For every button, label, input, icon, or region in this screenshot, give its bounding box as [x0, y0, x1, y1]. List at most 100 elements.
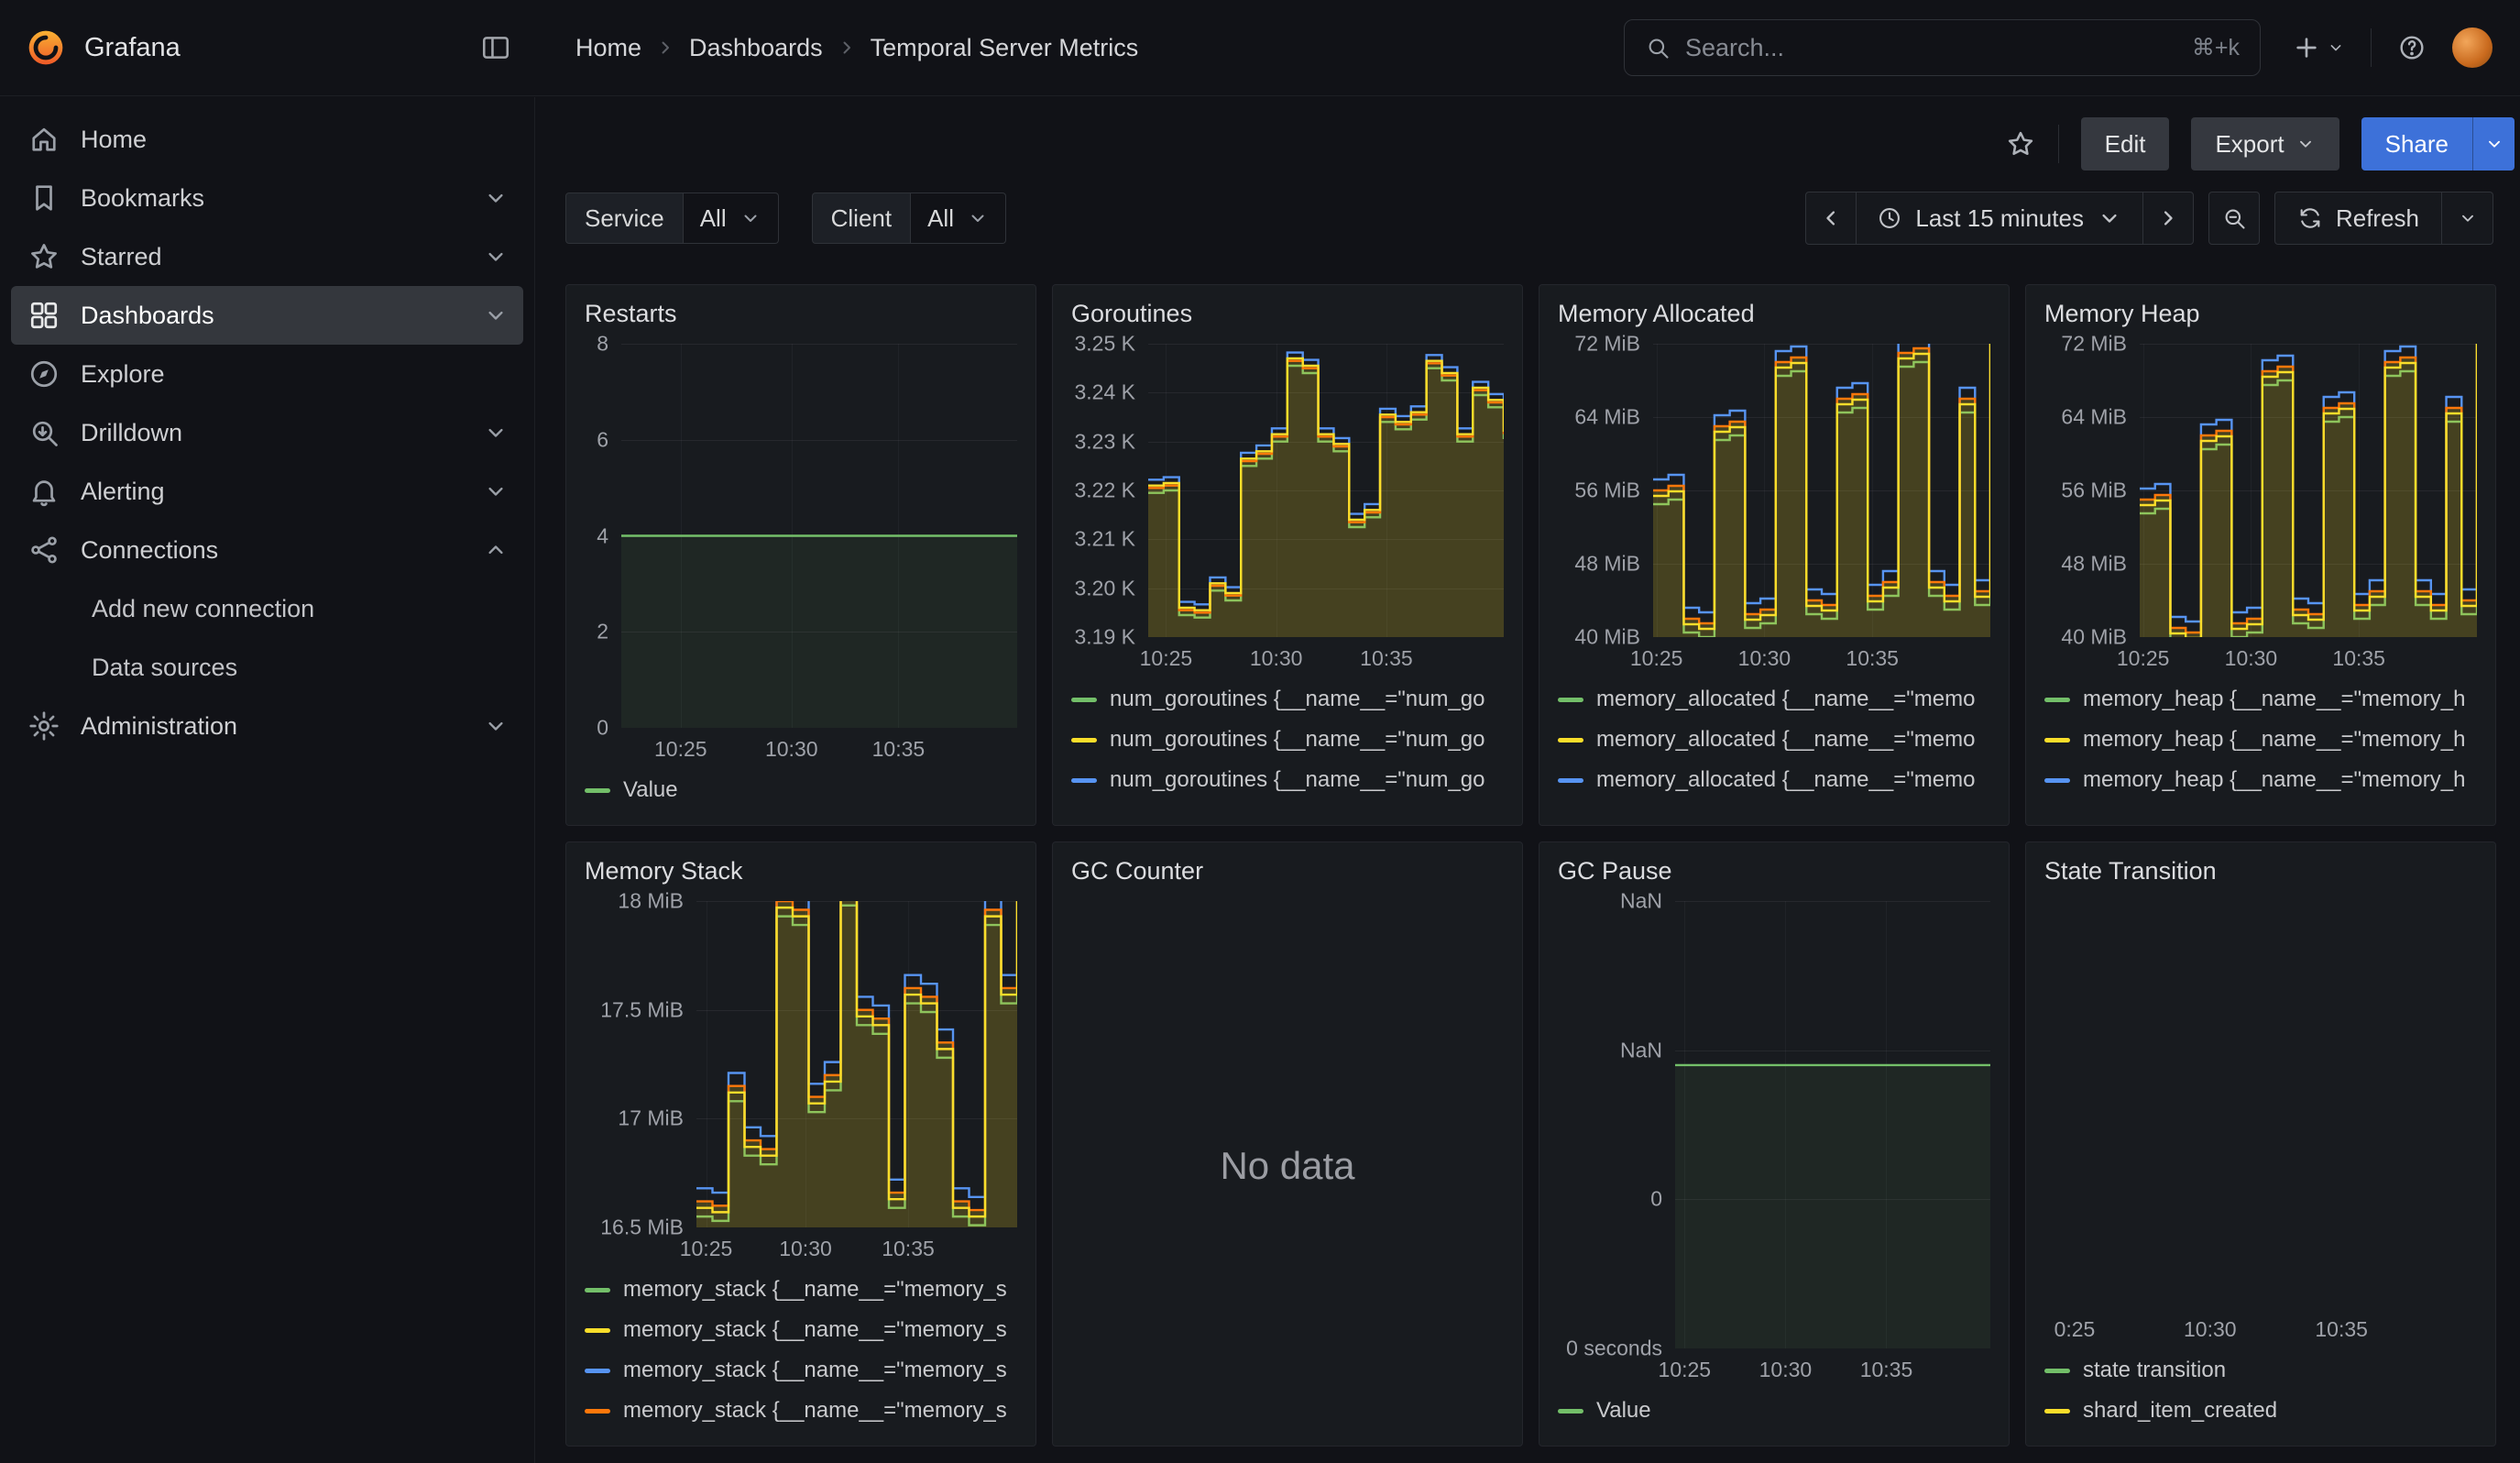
sidebar-item-alerting[interactable]: Alerting — [11, 462, 523, 521]
legend-item[interactable]: num_goroutines {__name__="num_go — [1071, 800, 1504, 810]
legend-series-marker — [585, 788, 610, 793]
breadcrumb-item-temporal-server-metrics[interactable]: Temporal Server Metrics — [865, 34, 1145, 62]
refresh-interval-button[interactable] — [2442, 192, 2493, 245]
legend-item[interactable]: memory_allocated {__name__="memo — [1558, 760, 1990, 800]
chevron-down-icon — [483, 478, 509, 504]
legend-series-marker — [1071, 778, 1097, 783]
legend-item[interactable]: shard_item_created — [2044, 1391, 2477, 1431]
legend-item[interactable]: memory_heap {__name__="memory_h — [2044, 720, 2477, 760]
legend-series-label: memory_heap {__name__="memory_h — [2083, 767, 2465, 793]
legend-item[interactable]: Value — [585, 770, 1017, 810]
service-variable-label: Service — [565, 192, 684, 244]
legend-item[interactable]: memory_allocated {__name__="memo — [1558, 679, 1990, 720]
client-selected-value: All — [927, 204, 954, 233]
sidebar: Home BookmarksStarredDashboards Explore Dri… — [0, 97, 535, 1463]
time-shift-back-button[interactable] — [1805, 192, 1857, 245]
sidebar-item-starred[interactable]: Starred — [11, 227, 523, 286]
sidebar-toggle-icon[interactable] — [480, 32, 511, 63]
panel-title[interactable]: Goroutines — [1071, 300, 1504, 344]
new-menu-button[interactable] — [2292, 33, 2345, 62]
export-button[interactable]: Export — [2191, 117, 2339, 170]
service-variable[interactable]: Service All — [565, 192, 779, 244]
sidebar-item-data-sources[interactable]: Data sources — [11, 638, 523, 697]
search-input[interactable]: ⌘+k — [1624, 19, 2261, 76]
sidebar-item-label: Connections — [81, 536, 218, 565]
share-button[interactable]: Share — [2361, 117, 2472, 170]
sidebar-item-label: Home — [81, 126, 147, 154]
legend-series-marker — [1558, 738, 1583, 742]
sidebar-item-bookmarks[interactable]: Bookmarks — [11, 169, 523, 227]
legend-item[interactable]: memory_allocated {__name__="memo — [1558, 720, 1990, 760]
favorite-star-icon[interactable] — [2005, 128, 2036, 160]
chevron-down-icon — [483, 420, 509, 446]
legend-series-label: memory_stack {__name__="memory_s — [623, 1398, 1007, 1424]
breadcrumb-separator-icon — [654, 37, 676, 59]
sidebar-item-drilldown[interactable]: Drilldown — [11, 403, 523, 462]
legend-item[interactable]: memory_heap {__name__="memory_h — [2044, 679, 2477, 720]
legend-item[interactable]: memory_allocated {__name__="memo — [1558, 800, 1990, 810]
sidebar-item-explore[interactable]: Explore — [11, 345, 523, 403]
breadcrumb-item-dashboards[interactable]: Dashboards — [684, 34, 828, 62]
chart-plot[interactable] — [2140, 344, 2477, 637]
share-menu-button[interactable] — [2472, 117, 2515, 170]
chart-plot[interactable] — [621, 344, 1017, 728]
topbar-divider — [2371, 28, 2372, 67]
zoom-out-button[interactable] — [2208, 192, 2260, 245]
panel-title[interactable]: Restarts — [585, 300, 1017, 344]
chart-plot[interactable] — [1148, 344, 1504, 637]
chart-plot[interactable] — [1675, 901, 1990, 1348]
legend-item[interactable]: num_goroutines {__name__="num_go — [1071, 679, 1504, 720]
sidebar-item-administration[interactable]: Administration — [11, 697, 523, 755]
x-axis-labels: 0:2510:3010:35 — [2066, 1308, 2477, 1347]
legend-item[interactable]: Value — [1558, 1391, 1990, 1431]
panel-title[interactable]: GC Counter — [1071, 857, 1504, 901]
chart-plot[interactable] — [1653, 344, 1990, 637]
legend-item[interactable]: num_goroutines {__name__="num_go — [1071, 720, 1504, 760]
legend-series-marker — [1558, 1409, 1583, 1414]
legend-item[interactable]: memory_heap {__name__="memory_h — [2044, 760, 2477, 800]
clock-icon — [1877, 205, 1902, 231]
legend-item[interactable]: memory_stack {__name__="memory_s — [585, 1270, 1017, 1310]
sidebar-item-add-new-connection[interactable]: Add new connection — [11, 579, 523, 638]
top-navigation-bar: Grafana HomeDashboardsTemporal Server Me… — [0, 0, 2520, 96]
panel-gc-counter: GC CounterNo data — [1052, 842, 1523, 1446]
breadcrumb-item-home[interactable]: Home — [570, 34, 647, 62]
legend-series-label: memory_stack {__name__="memory_s — [623, 1317, 1007, 1343]
search-field[interactable] — [1685, 34, 2177, 62]
legend-item[interactable]: memory_stack {__name__="memory_s — [585, 1391, 1017, 1431]
edit-button[interactable]: Edit — [2081, 117, 2170, 170]
panel-gc-pause: GC PauseNaNNaN00 seconds10:2510:3010:35V… — [1539, 842, 2010, 1446]
time-shift-forward-button[interactable] — [2142, 192, 2194, 245]
chevron-left-icon — [1818, 205, 1844, 231]
help-button[interactable] — [2397, 33, 2427, 62]
legend-series-marker — [585, 1409, 610, 1414]
x-axis-labels: 10:2510:3010:35 — [1675, 1348, 1990, 1387]
panel-legend: Value — [585, 770, 1017, 810]
chevron-down-icon — [483, 713, 509, 739]
bookmark-icon — [27, 182, 60, 214]
service-variable-value[interactable]: All — [684, 192, 779, 244]
panel-title[interactable]: State Transition — [2044, 857, 2477, 901]
sidebar-item-home[interactable]: Home — [11, 110, 523, 169]
legend-series-marker — [2044, 698, 2070, 702]
legend-item[interactable]: state transition — [2044, 1350, 2477, 1391]
sidebar-item-label: Add new connection — [92, 595, 314, 623]
panel-legend: state transitionshard_item_created — [2044, 1350, 2477, 1431]
sidebar-item-dashboards[interactable]: Dashboards — [11, 286, 523, 345]
legend-item[interactable]: memory_heap {__name__="memory_h — [2044, 800, 2477, 810]
refresh-button[interactable]: Refresh — [2274, 192, 2442, 245]
sidebar-item-label: Explore — [81, 360, 165, 389]
legend-item[interactable]: memory_stack {__name__="memory_s — [585, 1310, 1017, 1350]
user-avatar[interactable] — [2452, 28, 2493, 68]
chart-plot[interactable] — [696, 901, 1017, 1227]
client-variable[interactable]: Client All — [812, 192, 1006, 244]
chevron-down-icon — [483, 244, 509, 270]
sidebar-item-connections[interactable]: Connections — [11, 521, 523, 579]
time-range-picker[interactable]: Last 15 minutes — [1857, 192, 2142, 245]
client-variable-value[interactable]: All — [911, 192, 1006, 244]
panel-legend: num_goroutines {__name__="num_gonum_goro… — [1071, 679, 1504, 810]
legend-item[interactable]: num_goroutines {__name__="num_go — [1071, 760, 1504, 800]
chart-plot[interactable] — [2066, 901, 2477, 1308]
chevron-down-icon — [2097, 205, 2122, 231]
legend-item[interactable]: memory_stack {__name__="memory_s — [585, 1350, 1017, 1391]
